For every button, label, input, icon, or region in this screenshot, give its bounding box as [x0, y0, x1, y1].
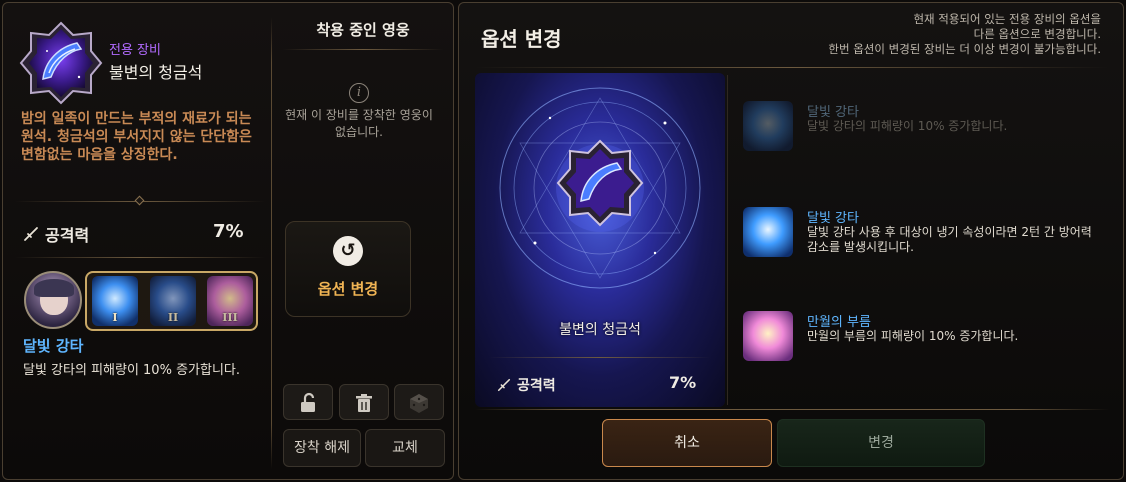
cancel-button[interactable]: 취소 [602, 419, 772, 467]
unlock-icon [301, 392, 315, 412]
stat-name: 공격력 [45, 226, 90, 245]
unequip-button[interactable]: 장착 해제 [283, 429, 361, 467]
item-lore: 밤의 일족이 만드는 부적의 재료가 되는 원석. 청금석의 부서지지 않는 단… [21, 111, 252, 163]
option-description: 달빛 강타의 피해량이 10% 증가합니다. [807, 119, 1008, 133]
equipped-hero-title: 착용 중인 영웅 [316, 21, 410, 39]
moonlight-strike-icon [743, 207, 793, 257]
item-type-label: 전용 장비 [109, 43, 161, 58]
option-name: 만월의 부름 [807, 315, 871, 330]
column-divider [727, 75, 728, 405]
preview-stat-name: 공격력 [517, 378, 556, 394]
divider-ornament [134, 195, 145, 206]
change-button[interactable]: 변경 [777, 419, 985, 467]
option-name: 달빛 강타 [807, 211, 859, 226]
moonlight-strike-icon [743, 101, 793, 151]
panel-note-line: 다른 옵션으로 변경합니다. [973, 27, 1101, 41]
full-moon-call-icon [743, 311, 793, 361]
skill-slot-numeral: II [167, 311, 179, 324]
option-description: 달빛 강타 사용 후 대상이 냉기 속성이라면 2턴 간 방어력 감소를 발생시… [807, 225, 1092, 254]
divider [475, 67, 1109, 68]
item-name: 불변의 청금석 [109, 63, 203, 82]
skill-slot-numeral: III [222, 311, 238, 324]
panel-title: 옵션 변경 [481, 27, 562, 51]
skill-slot-1[interactable]: I [92, 276, 138, 326]
option-change-label: 옵션 변경 [317, 280, 379, 298]
divider [489, 357, 711, 358]
skill-slot-numeral: I [112, 311, 118, 324]
option-name: 달빛 강타 [807, 105, 859, 120]
panel-note-line: 한번 옵션이 변경된 장비는 더 이상 변경이 불가능합니다. [828, 42, 1101, 56]
no-hero-message: 현재 이 장비를 장착한 영웅이 없습니다. [285, 108, 433, 139]
option-change-panel: 옵션 변경 현재 적용되어 있는 전용 장비의 옵션을 다른 옵션으로 변경합니… [458, 2, 1124, 480]
skill-title: 달빛 강타 [23, 337, 84, 355]
dice-icon [410, 394, 428, 413]
delete-button[interactable] [339, 384, 389, 420]
magic-circle-icon [499, 87, 701, 289]
skill-description: 달빛 강타의 피해량이 10% 증가합니다. [23, 363, 240, 378]
preview-stat-row: 공격력 [497, 375, 556, 395]
column-divider [271, 17, 272, 469]
panel-note: 현재 적용되어 있는 전용 장비의 옵션을 다른 옵션으로 변경합니다. 한번 … [771, 12, 1101, 57]
skill-slot-2[interactable]: II [150, 276, 196, 326]
item-preview: 불변의 청금석 공격력 7% [475, 73, 725, 407]
item-detail-panel: 전용 장비 불변의 청금석 밤의 일족이 만드는 부적의 재료가 되는 원석. … [2, 2, 454, 480]
panel-note-line: 현재 적용되어 있는 전용 장비의 옵션을 [913, 12, 1101, 26]
stat-value: 7% [213, 221, 244, 242]
divider [15, 257, 265, 258]
option-description: 만월의 부름의 피해량이 10% 증가합니다. [807, 329, 1019, 343]
stat-row: 공격력 [23, 222, 89, 246]
swap-button[interactable]: 교체 [365, 429, 445, 467]
lock-button[interactable] [283, 384, 333, 420]
hero-avatar[interactable] [24, 271, 82, 329]
skill-selector: I II III [85, 271, 258, 331]
option-change-button[interactable]: ↺ 옵션 변경 [285, 221, 411, 317]
skill-slot-3[interactable]: III [207, 276, 253, 326]
dice-button[interactable] [394, 384, 444, 420]
preview-stat-value: 7% [669, 373, 697, 392]
rotate-icon: ↺ [333, 236, 363, 266]
sword-icon [24, 227, 38, 241]
sword-icon [497, 378, 511, 392]
info-icon: i [349, 83, 369, 103]
preview-item-name: 불변의 청금석 [559, 322, 641, 338]
gem-emblem-icon [19, 21, 103, 105]
divider [475, 409, 1109, 410]
divider [283, 49, 443, 50]
trash-icon [356, 394, 372, 412]
